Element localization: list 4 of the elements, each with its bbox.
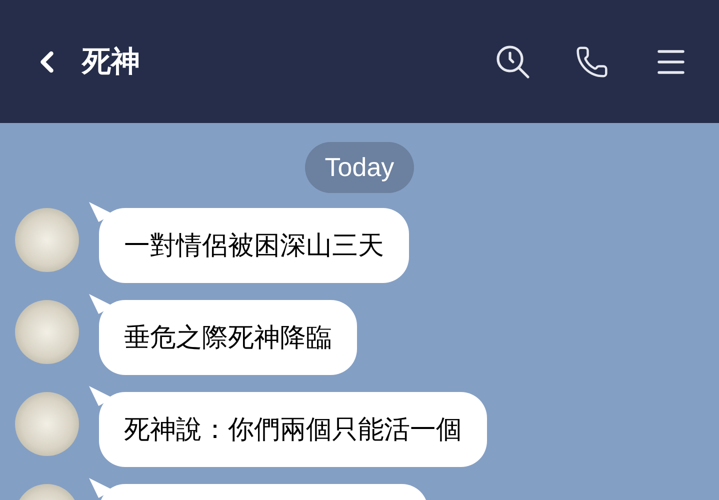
phone-icon[interactable]	[575, 44, 609, 78]
search-icon[interactable]	[495, 44, 531, 80]
chat-title: 死神	[82, 42, 140, 80]
date-label: Today	[304, 142, 414, 193]
